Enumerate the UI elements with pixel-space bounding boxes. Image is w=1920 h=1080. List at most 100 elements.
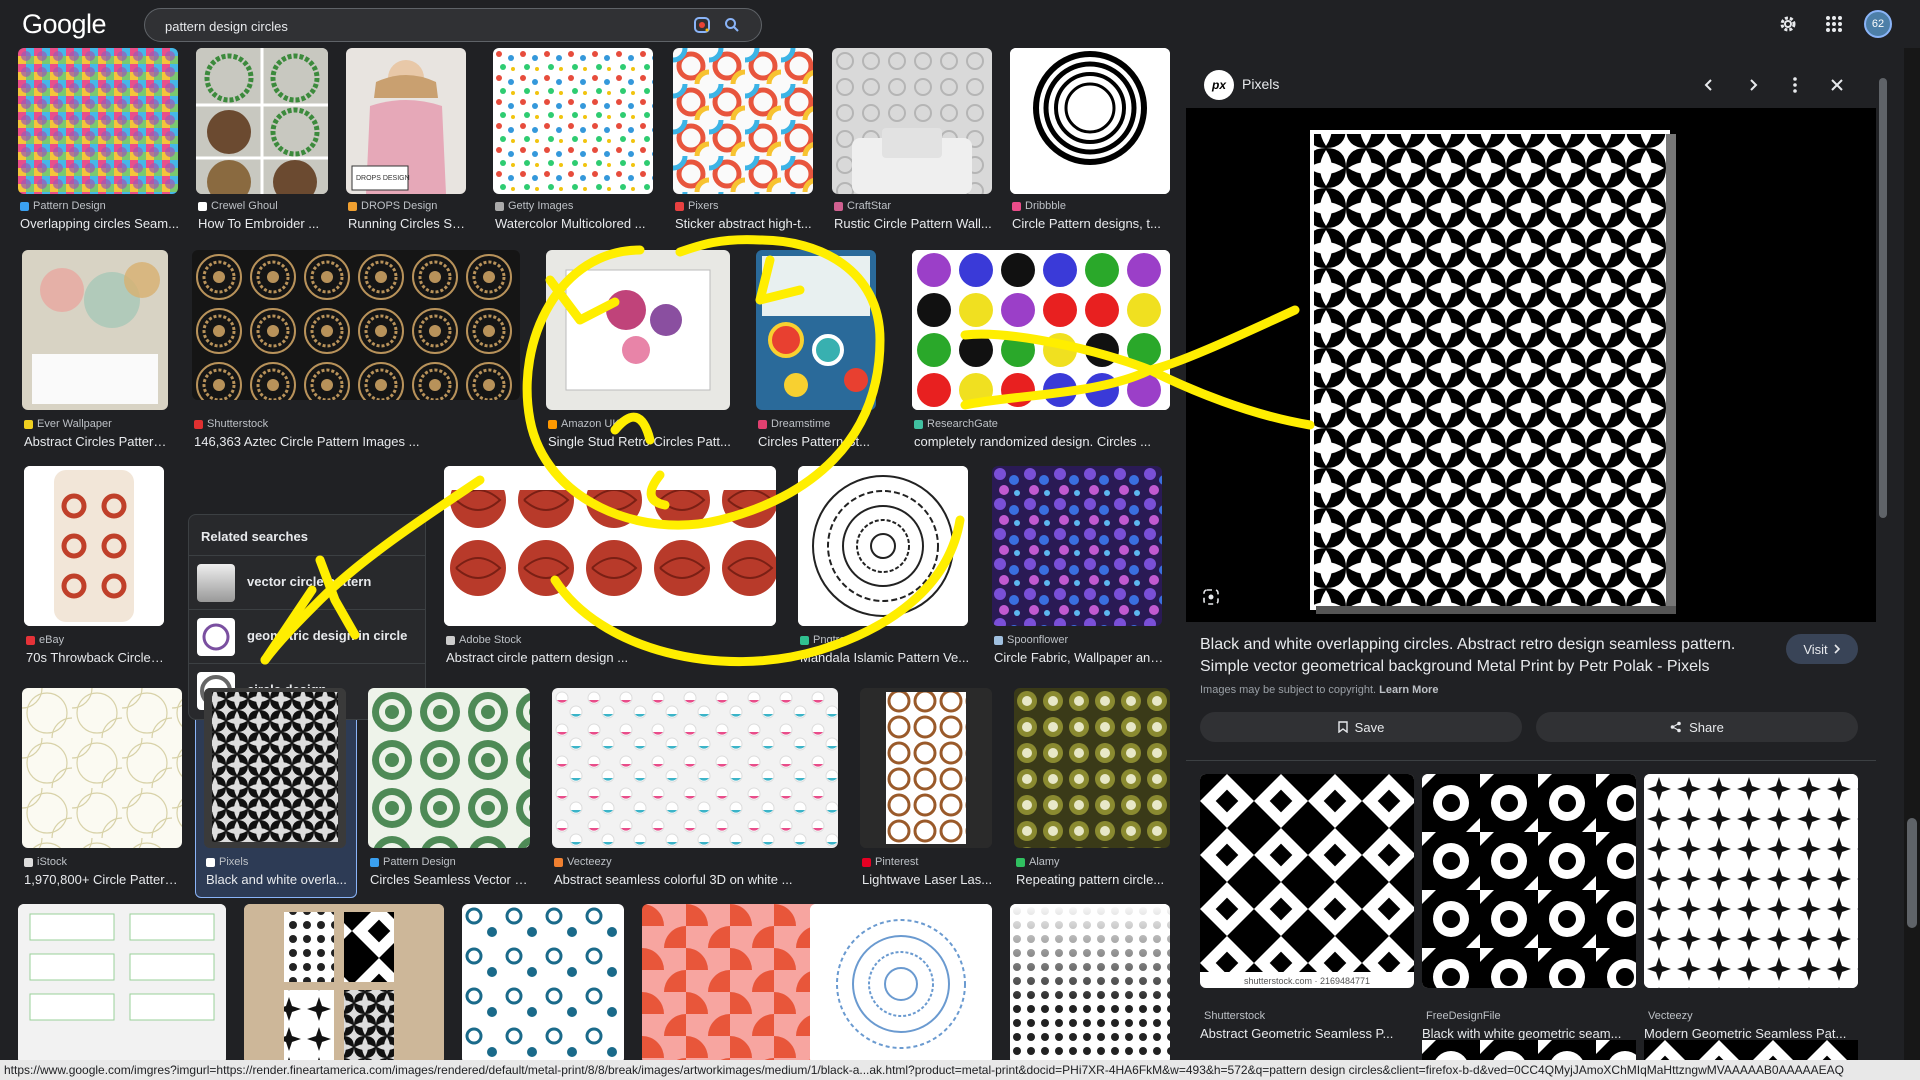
- result-card[interactable]: Pattern Design Overlapping circles Seam.…: [18, 48, 180, 240]
- result-thumbnail[interactable]: [1010, 48, 1170, 194]
- result-thumbnail[interactable]: [22, 250, 168, 410]
- result-card[interactable]: Pixers Sticker abstract high-t...: [673, 48, 813, 240]
- google-lens-icon[interactable]: [691, 14, 713, 36]
- search-input[interactable]: [163, 15, 647, 37]
- result-card[interactable]: Dribbble Circle Pattern designs, t...: [1010, 48, 1170, 240]
- result-thumbnail[interactable]: [204, 688, 346, 848]
- result-card[interactable]: Pattern Design Circles Seamless Vector P…: [368, 688, 532, 888]
- result-thumbnail[interactable]: [1014, 688, 1170, 848]
- result-thumbnail[interactable]: [444, 466, 776, 626]
- related-image-card[interactable]: FreeDesignFile Black with white geometri…: [1422, 774, 1636, 1041]
- account-avatar[interactable]: 62: [1864, 10, 1892, 38]
- result-card[interactable]: Pngtree Mandala Islamic Pattern Ve...: [798, 466, 969, 666]
- page-scrollbar[interactable]: [1904, 48, 1920, 1060]
- result-card[interactable]: Spoonflower Circle Fabric, Wallpaper and…: [992, 466, 1164, 666]
- result-caption[interactable]: Abstract circle pattern design ...: [446, 650, 778, 665]
- result-thumbnail[interactable]: [860, 688, 992, 848]
- result-card[interactable]: Dreamstime Circles Pattern St...: [756, 250, 876, 458]
- result-thumbnail[interactable]: DROPS DESIGN: [346, 48, 466, 194]
- result-caption[interactable]: Running Circles Sw...: [348, 216, 468, 231]
- apps-grid-icon[interactable]: [1822, 12, 1846, 36]
- preview-image-area[interactable]: [1186, 108, 1876, 622]
- result-thumbnail[interactable]: [493, 48, 653, 194]
- result-caption[interactable]: Abstract Circles Pattern...: [24, 434, 170, 449]
- result-thumbnail[interactable]: [912, 250, 1170, 410]
- result-card[interactable]: [1010, 904, 1170, 1060]
- result-caption[interactable]: Overlapping circles Seam...: [20, 216, 180, 231]
- result-caption[interactable]: Rustic Circle Pattern Wall...: [834, 216, 994, 231]
- result-thumbnail[interactable]: [673, 48, 813, 194]
- result-card[interactable]: [244, 904, 444, 1060]
- result-thumbnail[interactable]: [192, 250, 520, 400]
- related-search-label[interactable]: geometric design in circle: [247, 628, 407, 643]
- result-thumbnail[interactable]: [18, 904, 226, 1060]
- result-caption[interactable]: Black and white overla...: [206, 872, 348, 887]
- result-caption[interactable]: completely randomized design. Circles ..…: [914, 434, 1172, 449]
- result-thumbnail[interactable]: [642, 904, 826, 1060]
- more-options-icon[interactable]: [1784, 74, 1806, 96]
- result-caption[interactable]: Circle Fabric, Wallpaper and ...: [994, 650, 1164, 665]
- result-caption[interactable]: 146,363 Aztec Circle Pattern Images ...: [194, 434, 522, 449]
- result-card[interactable]: Alamy Repeating pattern circle...: [1014, 688, 1170, 888]
- result-thumbnail[interactable]: [832, 48, 992, 194]
- result-thumbnail[interactable]: [552, 688, 838, 848]
- result-card[interactable]: [810, 904, 992, 1060]
- result-thumbnail[interactable]: [462, 904, 624, 1060]
- panel-scrollbar[interactable]: [1876, 48, 1890, 1060]
- related-search-item[interactable]: geometric design in circle: [189, 609, 425, 660]
- result-caption[interactable]: 70s Throwback Circles ...: [26, 650, 166, 665]
- result-caption[interactable]: Lightwave Laser Las...: [862, 872, 994, 887]
- learn-more-link[interactable]: Learn More: [1379, 684, 1438, 696]
- result-card[interactable]: DROPS DESIGN DROPS Design Running Circle…: [346, 48, 468, 240]
- related-image-caption[interactable]: Black with white geometric seam...: [1422, 1026, 1636, 1041]
- close-icon[interactable]: [1826, 74, 1848, 96]
- result-thumbnail[interactable]: [756, 250, 876, 410]
- preview-image[interactable]: [1186, 108, 1876, 622]
- save-button[interactable]: Save: [1200, 712, 1522, 742]
- result-card[interactable]: CraftStar Rustic Circle Pattern Wall...: [832, 48, 992, 240]
- result-caption[interactable]: Single Stud Retro Circles Patt...: [548, 434, 732, 449]
- result-caption[interactable]: Circles Seamless Vector P...: [370, 872, 532, 887]
- result-card[interactable]: eBay 70s Throwback Circles ...: [24, 466, 166, 666]
- result-thumbnail[interactable]: [546, 250, 730, 410]
- preview-site-name[interactable]: Pixels: [1242, 76, 1279, 92]
- chevron-left-icon[interactable]: [1698, 74, 1720, 96]
- related-image-thumbnail[interactable]: [1422, 774, 1636, 988]
- search-icon[interactable]: [721, 14, 743, 36]
- result-thumbnail[interactable]: [1010, 904, 1170, 1060]
- result-card[interactable]: [642, 904, 826, 1060]
- result-card[interactable]: iStock 1,970,800+ Circle Pattern ...: [22, 688, 184, 888]
- result-card[interactable]: Ever Wallpaper Abstract Circles Pattern.…: [22, 250, 170, 458]
- result-thumbnail[interactable]: [992, 466, 1162, 626]
- result-caption[interactable]: Circle Pattern designs, t...: [1012, 216, 1172, 231]
- result-caption[interactable]: Sticker abstract high-t...: [675, 216, 815, 231]
- page-scrollbar-thumb[interactable]: [1907, 818, 1917, 928]
- result-card[interactable]: Shutterstock 146,363 Aztec Circle Patter…: [192, 250, 520, 458]
- settings-gear-icon[interactable]: [1776, 12, 1800, 36]
- result-card[interactable]: [462, 904, 624, 1060]
- related-image-thumbnail[interactable]: shutterstock.com · 2169484771: [1200, 774, 1414, 988]
- result-thumbnail[interactable]: [244, 904, 444, 1060]
- lens-search-icon[interactable]: [1200, 586, 1222, 608]
- preview-title[interactable]: Black and white overlapping circles. Abs…: [1200, 634, 1780, 678]
- result-caption[interactable]: Watercolor Multicolored ...: [495, 216, 655, 231]
- result-card[interactable]: ResearchGate completely randomized desig…: [912, 250, 1170, 458]
- result-caption[interactable]: Abstract seamless colorful 3D on white .…: [554, 872, 840, 887]
- related-image-thumbnail[interactable]: [1644, 774, 1858, 988]
- related-image-card[interactable]: shutterstock.com · 2169484771 Shuttersto…: [1200, 774, 1414, 1041]
- search-box[interactable]: [144, 8, 762, 42]
- result-thumbnail[interactable]: [196, 48, 328, 194]
- result-caption[interactable]: Repeating pattern circle...: [1016, 872, 1172, 887]
- result-card[interactable]: Adobe Stock Abstract circle pattern desi…: [444, 466, 776, 666]
- result-card[interactable]: Pinterest Lightwave Laser Las...: [860, 688, 992, 888]
- chevron-right-icon[interactable]: [1742, 74, 1764, 96]
- related-image-card[interactable]: Vecteezy Modern Geometric Seamless Pat..…: [1644, 774, 1858, 1041]
- related-search-label[interactable]: vector circle pattern: [247, 574, 371, 589]
- result-card[interactable]: [18, 904, 226, 1060]
- result-thumbnail[interactable]: [22, 688, 182, 848]
- result-thumbnail[interactable]: [810, 904, 992, 1060]
- result-thumbnail[interactable]: [798, 466, 968, 626]
- result-thumbnail[interactable]: [368, 688, 530, 848]
- panel-scrollbar-thumb[interactable]: [1879, 78, 1887, 518]
- related-image-caption[interactable]: Modern Geometric Seamless Pat...: [1644, 1026, 1858, 1041]
